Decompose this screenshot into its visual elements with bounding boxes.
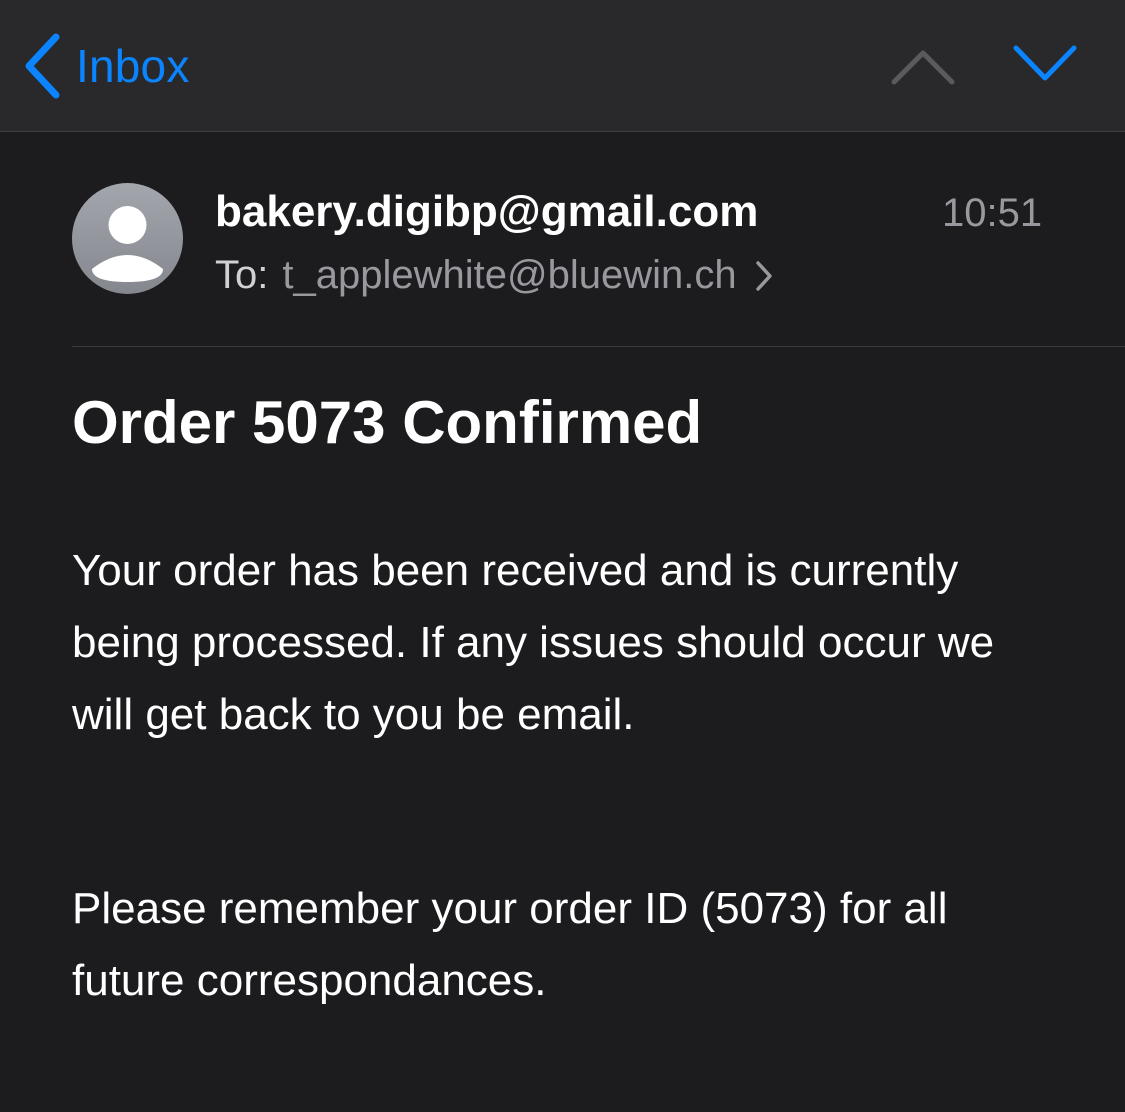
- recipient-details-button[interactable]: To: t_applewhite@bluewin.ch: [215, 253, 773, 298]
- chevron-down-icon: [1010, 40, 1080, 90]
- mail-message-screen: Inbox bakery.digibp@gmail.com 10:51 To: …: [0, 0, 1125, 1112]
- message-body-paragraph: Your order has been received and is curr…: [72, 546, 995, 739]
- avatar[interactable]: [72, 183, 183, 294]
- back-to-inbox-button[interactable]: Inbox: [22, 30, 190, 102]
- navigation-bar: Inbox: [0, 0, 1125, 132]
- sender-address[interactable]: bakery.digibp@gmail.com: [215, 187, 758, 237]
- message-time: 10:51: [942, 191, 1043, 235]
- chevron-left-icon: [22, 33, 62, 99]
- back-button-label: Inbox: [76, 40, 190, 92]
- message-subject: Order 5073 Confirmed: [72, 389, 703, 456]
- chevron-right-icon: [755, 260, 773, 292]
- message-body-paragraph: Please remember your order ID (5073) for…: [72, 884, 948, 1005]
- next-message-button[interactable]: [1010, 40, 1080, 90]
- to-label: To:: [215, 253, 269, 297]
- recipient-address: t_applewhite@bluewin.ch: [282, 253, 737, 297]
- person-icon: [72, 183, 183, 294]
- message-header: bakery.digibp@gmail.com 10:51 To: t_appl…: [72, 183, 1125, 347]
- chevron-up-icon: [888, 40, 958, 90]
- previous-message-button[interactable]: [888, 40, 958, 90]
